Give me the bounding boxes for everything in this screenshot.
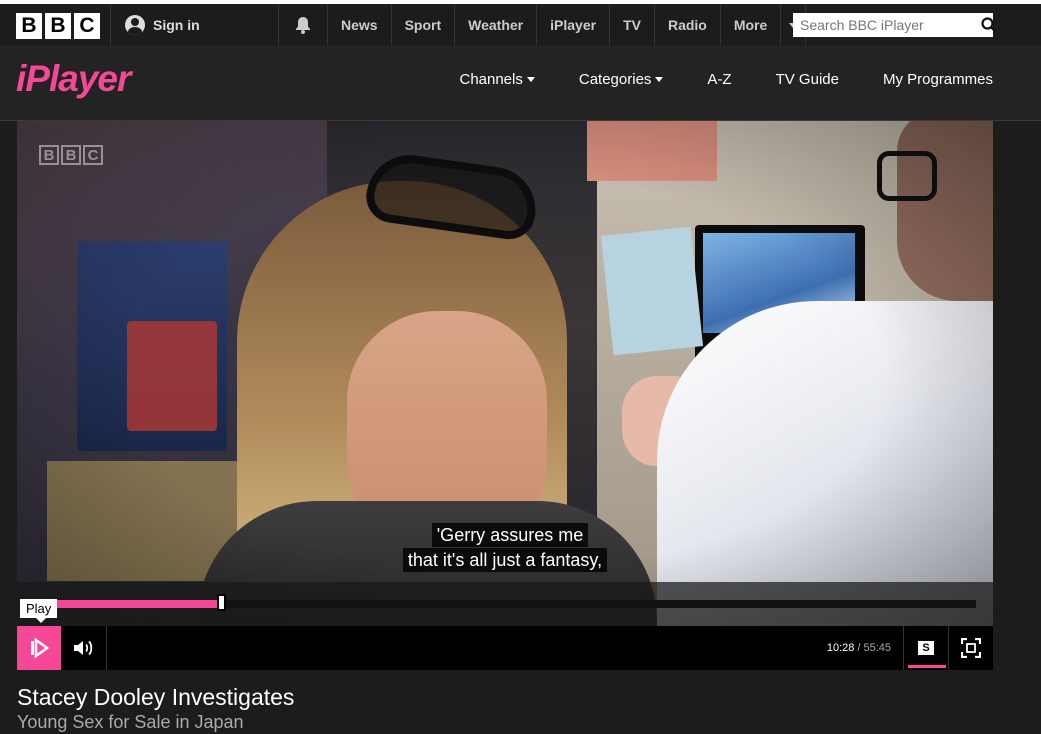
- speaker-icon: [73, 640, 92, 656]
- nav-link-iplayer[interactable]: iPlayer: [536, 4, 609, 46]
- bbc-global-nav: B B C Sign in News Sport Weather iPlayer…: [0, 0, 1041, 46]
- programme-title: Stacey Dooley Investigates: [17, 684, 295, 710]
- nav-tv-guide[interactable]: TV Guide: [754, 71, 861, 88]
- time-display: 10:28 / 55:45: [827, 626, 891, 670]
- iplayer-logo[interactable]: iPlayer: [16, 58, 131, 100]
- watermark-letter: B: [61, 145, 81, 165]
- bbc-logo-letter: C: [74, 13, 100, 39]
- chevron-down-icon: [655, 76, 664, 82]
- search-button[interactable]: [981, 13, 997, 37]
- fullscreen-button[interactable]: [948, 626, 993, 670]
- subtitles-icon: S: [918, 641, 934, 655]
- nav-link-weather[interactable]: Weather: [454, 4, 536, 46]
- nav-a-z[interactable]: A-Z: [685, 71, 753, 88]
- player-controls: 10:28 / 55:45 S: [17, 626, 993, 670]
- search-box: [793, 13, 997, 37]
- play-tooltip: Play: [20, 599, 58, 623]
- nav-link-news[interactable]: News: [327, 4, 391, 46]
- media-player: B B C 'Gerry assures me that it's all ju…: [17, 121, 993, 670]
- sign-in-label: Sign in: [153, 17, 200, 33]
- nav-categories[interactable]: Categories: [557, 71, 686, 88]
- nav-channels[interactable]: Channels: [437, 71, 556, 88]
- progress-handle[interactable]: [217, 594, 226, 611]
- scrub-bar: [17, 582, 993, 626]
- episode-title: Young Sex for Sale in Japan: [17, 712, 244, 732]
- bbc-logo-letter: B: [45, 13, 71, 39]
- nav-channels-label: Channels: [459, 70, 523, 88]
- subtitles-toggle[interactable]: S: [903, 626, 948, 670]
- current-time: 10:28: [826, 642, 855, 654]
- search-icon: [981, 17, 997, 33]
- global-nav-links: News Sport Weather iPlayer TV Radio More: [327, 4, 807, 46]
- bbc-logo[interactable]: B B C: [16, 13, 100, 39]
- nav-link-more[interactable]: More: [719, 4, 780, 46]
- nav-my-programmes[interactable]: My Programmes: [861, 71, 993, 88]
- subtitles: 'Gerry assures me that it's all just a f…: [17, 523, 993, 572]
- total-time: / 55:45: [857, 642, 891, 654]
- notifications-button[interactable]: [278, 4, 327, 46]
- subtitle-line: that it's all just a fantasy,: [402, 548, 608, 572]
- channel-watermark: B B C: [39, 145, 103, 165]
- nav-link-radio[interactable]: Radio: [653, 4, 720, 46]
- iplayer-nav: Channels Categories A-Z TV Guide My Prog…: [437, 46, 993, 112]
- fullscreen-icon: [961, 638, 981, 658]
- video-frame[interactable]: B B C 'Gerry assures me that it's all ju…: [17, 121, 993, 626]
- nav-link-tv[interactable]: TV: [609, 4, 654, 46]
- volume-button[interactable]: [61, 626, 107, 670]
- chevron-down-icon: [526, 76, 535, 82]
- play-button[interactable]: [17, 626, 61, 670]
- subtitle-line: 'Gerry assures me: [431, 523, 589, 547]
- progress-fill: [57, 600, 222, 608]
- search-input[interactable]: [793, 13, 981, 37]
- watermark-letter: C: [83, 145, 103, 165]
- nav-link-sport[interactable]: Sport: [390, 4, 455, 46]
- bell-icon: [296, 17, 310, 34]
- watermark-letter: B: [39, 145, 59, 165]
- user-icon: [125, 15, 145, 35]
- bbc-logo-letter: B: [16, 13, 42, 39]
- sign-in-link[interactable]: Sign in: [110, 4, 276, 46]
- nav-categories-label: Categories: [578, 70, 652, 88]
- play-icon: [31, 637, 49, 659]
- progress-track[interactable]: [57, 594, 976, 611]
- iplayer-header: iPlayer Channels Categories A-Z TV Guide…: [0, 46, 1041, 121]
